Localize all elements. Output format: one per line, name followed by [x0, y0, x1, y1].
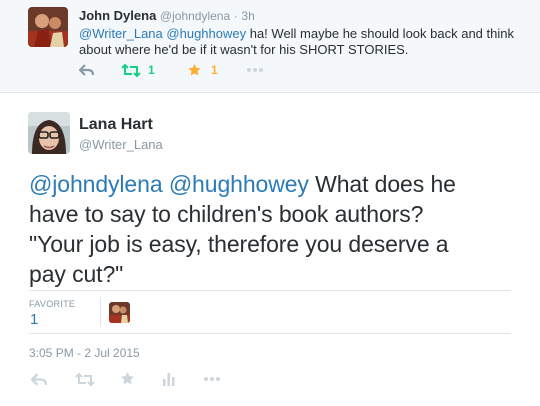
parent-author-name[interactable]: John Dylena [79, 8, 156, 23]
favorite-icon [120, 371, 135, 384]
parent-retweet-count: 1 [148, 63, 155, 77]
parent-avatar[interactable] [28, 7, 68, 47]
retweet-icon [121, 63, 141, 77]
mention-johndylena[interactable]: @johndylena [29, 171, 163, 197]
author-name[interactable]: Lana Hart [79, 116, 153, 134]
parent-separator: · [233, 9, 238, 23]
parent-retweet-button[interactable]: 1 [121, 62, 155, 78]
parent-mention-writer-lana[interactable]: @Writer_Lana [79, 26, 163, 41]
favorite-icon [188, 63, 201, 76]
parent-mention-hughhowey[interactable]: @hughhowey [166, 26, 246, 41]
favorite-count[interactable]: 1 [30, 311, 38, 328]
tweet-text-line3: "Your job is easy, therefore you deserve… [29, 231, 449, 257]
stats-divider [100, 297, 101, 327]
parent-more-button[interactable] [246, 62, 264, 78]
tweet-actions [29, 370, 329, 388]
tweet-text: @johndylena @hughhowey What does he have… [29, 169, 509, 289]
parent-reply-button[interactable] [79, 62, 94, 78]
favoriter-avatar[interactable] [109, 302, 130, 323]
tweet-text-line1: What does he [308, 171, 456, 197]
tweet-text-line4: pay cut?" [29, 261, 124, 287]
retweet-button[interactable] [75, 371, 95, 387]
favorite-button[interactable] [120, 370, 135, 386]
parent-timestamp[interactable]: 3h [241, 9, 254, 23]
parent-favorite-count: 1 [211, 63, 218, 77]
reply-button[interactable] [31, 371, 47, 387]
parent-text-line2: about where he'd be if it wasn't for his… [79, 42, 409, 57]
parent-favorite-button[interactable]: 1 [187, 62, 218, 78]
more-icon [204, 377, 220, 381]
retweet-icon [75, 372, 95, 386]
reply-icon [31, 372, 47, 386]
more-icon [247, 68, 263, 72]
stats-button[interactable] [163, 371, 175, 387]
parent-tweet: John Dylena @johndylena · 3h @Writer_Lan… [0, 0, 540, 93]
favorite-label: FAVORITE [29, 299, 76, 309]
tweet-timestamp[interactable]: 3:05 PM - 2 Jul 2015 [29, 346, 140, 360]
reply-icon [79, 64, 94, 76]
author-avatar[interactable] [28, 112, 70, 154]
parent-header: John Dylena @johndylena · 3h [79, 8, 255, 23]
author-handle[interactable]: @Writer_Lana [79, 137, 163, 152]
parent-tweet-text: @Writer_Lana @hughhowey ha! Well maybe h… [79, 26, 519, 58]
parent-author-handle[interactable]: @johndylena [160, 9, 230, 23]
mention-hughhowey[interactable]: @hughhowey [169, 171, 309, 197]
parent-text-line1: ha! Well maybe he should look back and t… [246, 26, 514, 41]
more-button[interactable] [203, 371, 221, 387]
stats-icon [163, 372, 175, 386]
tweet-stats: FAVORITE 1 [29, 290, 511, 334]
tweet-text-line2: have to say to children's book authors? [29, 201, 424, 227]
